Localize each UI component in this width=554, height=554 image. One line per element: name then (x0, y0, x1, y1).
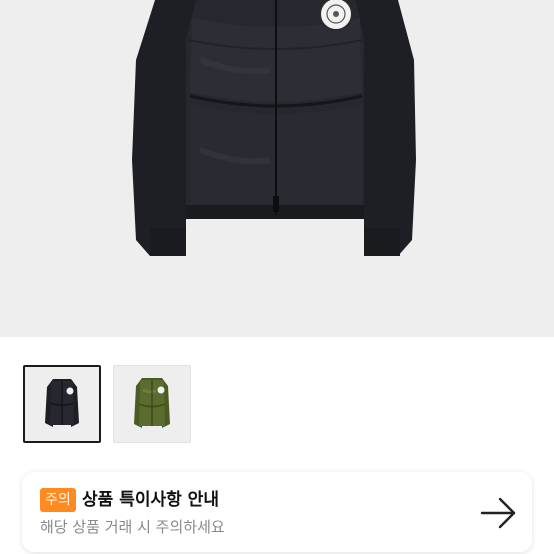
caution-badge: 주의 (40, 488, 76, 512)
thumbnail-black-jacket[interactable] (23, 365, 101, 443)
thumbnail-green-jacket[interactable] (113, 365, 191, 443)
thumbnail-strip (0, 337, 554, 463)
product-main-image[interactable] (0, 0, 554, 337)
black-jacket-thumbnail-image (25, 367, 99, 441)
product-page: 주의 상품 특이사항 안내 해당 상품 거래 시 주의하세요 (0, 0, 554, 554)
arrow-right-icon[interactable] (480, 496, 518, 530)
black-jacket-image (0, 0, 554, 337)
notice-title: 상품 특이사항 안내 (82, 490, 219, 510)
product-notice-card[interactable]: 주의 상품 특이사항 안내 해당 상품 거래 시 주의하세요 (22, 472, 532, 552)
green-jacket-thumbnail-image (114, 366, 190, 442)
notice-subtitle: 해당 상품 거래 시 주의하세요 (40, 518, 225, 536)
